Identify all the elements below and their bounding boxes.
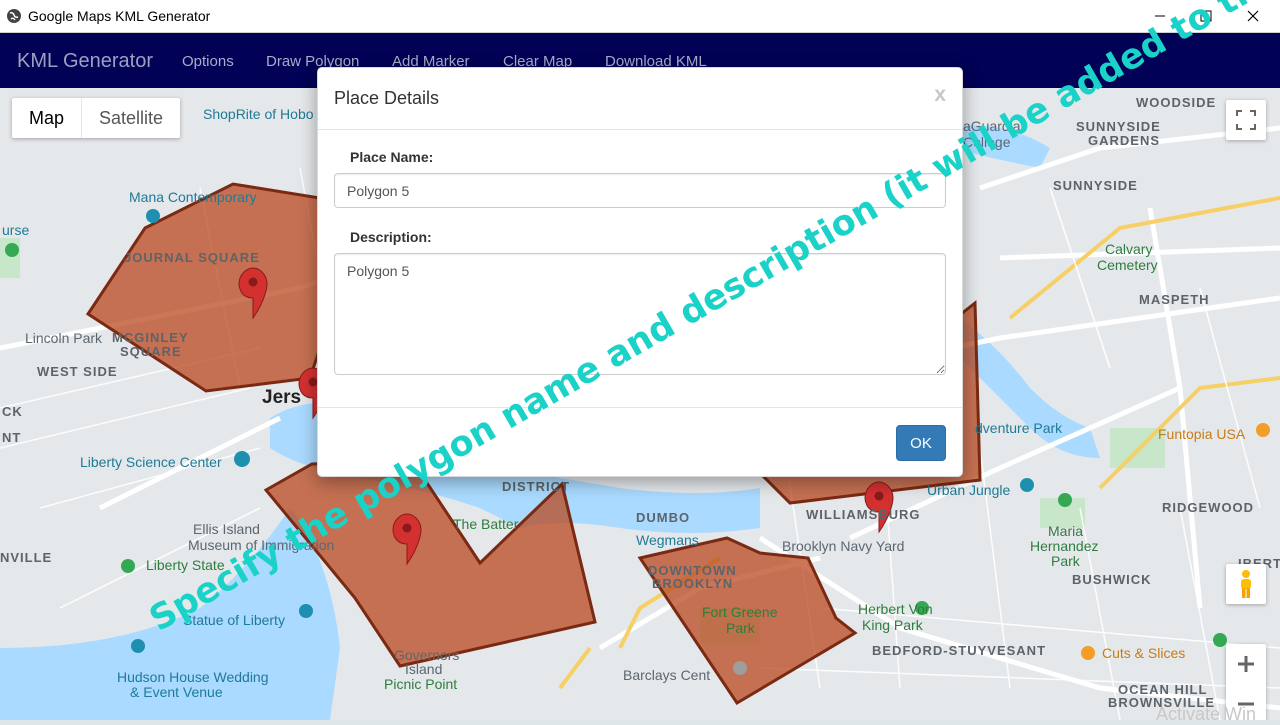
map-label: SUNNYSIDE	[1053, 178, 1138, 193]
plus-icon	[1238, 656, 1254, 672]
map-label: Funtopia USA	[1158, 426, 1246, 442]
map-label: The Batter	[453, 516, 519, 532]
map-label: WILLIAMSBURG	[806, 507, 921, 522]
window-title: Google Maps KML Generator	[28, 8, 211, 24]
park-icon-3	[1058, 493, 1072, 507]
museum-icon	[146, 209, 160, 223]
map-label: Brooklyn Navy Yard	[782, 538, 905, 554]
map-label: Maria	[1048, 523, 1084, 539]
map-label: Mana Contemporary	[129, 189, 257, 205]
place-details-modal: Place Details x Place Name: Description:…	[317, 67, 963, 477]
map-label: Lincoln Park	[25, 330, 103, 346]
map-label: GARDENS	[1088, 133, 1161, 148]
ok-button[interactable]: OK	[896, 425, 946, 461]
map-label: BUSHWICK	[1072, 572, 1152, 587]
map-label: Island	[405, 661, 443, 677]
museum-icon-2	[234, 451, 250, 467]
map-label: SUNNYSIDE	[1076, 119, 1161, 134]
map-label: DISTRICT	[502, 479, 570, 494]
nav-options[interactable]: Options	[182, 53, 234, 70]
map-label: Liberty Science Center	[80, 454, 222, 470]
map-label: NVILLE	[0, 550, 53, 565]
map-label: Park	[726, 620, 755, 636]
map-label: RIDGEWOOD	[1162, 500, 1255, 515]
park-icon	[121, 559, 135, 573]
map-label: Calvary	[1105, 241, 1153, 257]
window-titlebar: Google Maps KML Generator	[0, 0, 1280, 33]
modal-title: Place Details	[334, 88, 440, 108]
map-label: Urban Jungle	[927, 482, 1011, 498]
polygon-1[interactable]	[85, 182, 334, 393]
map-label: Wegmans	[636, 532, 699, 548]
venue-icon	[131, 639, 145, 653]
map-label: Barclays Cent	[623, 667, 711, 683]
zoom-in-button[interactable]	[1226, 644, 1266, 684]
description-label: Description:	[350, 229, 432, 245]
map-label: Hernandez	[1030, 538, 1099, 554]
modal-close-button[interactable]: x	[934, 83, 946, 107]
map-label: King Park	[862, 617, 923, 633]
map-label: MASPETH	[1139, 292, 1210, 307]
map-label: Fort Greene	[702, 604, 778, 620]
map-label: BROOKLYN	[652, 576, 734, 591]
map-label: Park	[1051, 553, 1080, 569]
map-label: & Event Venue	[130, 684, 223, 700]
map-label: WEST SIDE	[37, 364, 118, 379]
map-label: Cemetery	[1097, 257, 1158, 273]
shop-icon	[1020, 478, 1034, 492]
map-label: Hudson House Wedding	[117, 669, 269, 685]
map-label: Picnic Point	[384, 676, 458, 692]
map-label: SQUARE	[120, 344, 182, 359]
map-label: Jers	[262, 387, 302, 408]
map-label: CK	[2, 404, 23, 419]
place-name-label: Place Name:	[350, 149, 434, 165]
food-icon	[1081, 646, 1095, 660]
map-label: Cuts & Slices	[1102, 645, 1186, 661]
map-label: Herbert Von	[858, 601, 933, 617]
map-label: DUMBO	[636, 510, 691, 525]
fullscreen-button[interactable]	[1226, 100, 1266, 140]
monument-icon	[299, 604, 313, 618]
map-type-control: Map Satellite	[12, 98, 181, 138]
modal-header: Place Details x	[318, 68, 962, 130]
navbar-brand[interactable]: KML Generator	[17, 50, 153, 73]
map-type-map-button[interactable]: Map	[12, 98, 81, 138]
pegman-icon	[1241, 570, 1251, 598]
map-label: BEDFORD-STUYVESANT	[872, 643, 1047, 658]
park-icon-4	[1213, 633, 1227, 647]
map-label: Ellis Island	[193, 521, 260, 537]
map-label: ShopRite of Hobo	[203, 106, 314, 122]
cafe-icon	[1256, 423, 1270, 437]
water-newtown-creek	[960, 318, 1100, 458]
windows-watermark: Activate Win	[1156, 704, 1257, 724]
map-label: JOURNAL SQUARE	[124, 250, 260, 265]
map-label: WOODSIDE	[1136, 95, 1217, 110]
stadium-icon	[733, 661, 747, 675]
app-globe-icon	[7, 9, 21, 23]
map-label: urse	[2, 222, 30, 238]
golf-icon	[5, 243, 19, 257]
map-label: NT	[2, 430, 22, 445]
map-type-satellite-button[interactable]: Satellite	[82, 98, 180, 138]
map-label: MCGINLEY	[112, 330, 189, 345]
map-label: dventure Park	[975, 420, 1063, 436]
fullscreen-icon	[1236, 110, 1256, 130]
street-view-button[interactable]	[1226, 564, 1266, 604]
